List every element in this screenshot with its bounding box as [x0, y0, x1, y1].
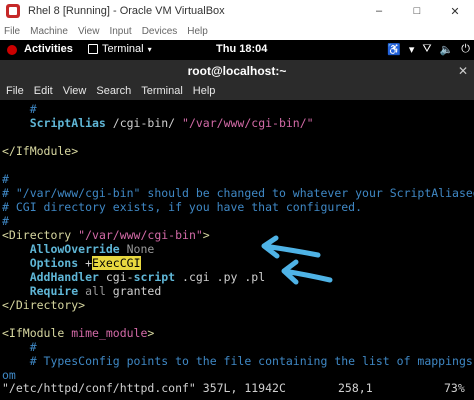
editor-token: all: [78, 284, 106, 298]
editor-token: /cgi-bin/: [105, 116, 183, 130]
status-percent: 73%: [444, 381, 465, 395]
editor-token: .cgi .py .pl: [175, 270, 266, 284]
app-menu[interactable]: Terminal ▾: [88, 43, 152, 55]
editor-token: granted: [105, 284, 162, 298]
term-menu-help[interactable]: Help: [193, 85, 216, 97]
status-cursor-position: 258,1: [338, 381, 373, 395]
maximize-button[interactable]: □: [398, 0, 436, 22]
editor-token: None: [119, 242, 155, 256]
gnome-top-bar: Activities Terminal ▾ Thu 18:04 ♿ ▾ ⛛ 🔈 …: [0, 40, 474, 60]
editor-token: "/var/www/cgi-bin": [78, 228, 203, 242]
editor-line: #: [2, 340, 37, 354]
activities-button[interactable]: Activities: [24, 43, 73, 55]
term-menu-view[interactable]: View: [63, 85, 87, 97]
editor-token: # TypesConfig points to the file contain…: [2, 354, 474, 368]
status-area[interactable]: ♿ ▾ ⛛ 🔈 ⏻: [387, 43, 470, 56]
editor-line: # CGI directory exists, if you have that…: [2, 200, 362, 214]
editor-token: AllowOverride: [2, 242, 120, 256]
editor-token: <Directory: [2, 228, 79, 242]
editor-token: cgi-: [98, 270, 134, 284]
editor-line: Options +ExecCGI: [2, 256, 141, 270]
window-title: Rhel 8 [Running] - Oracle VM VirtualBox: [28, 5, 225, 17]
terminal-title: root@localhost:~: [187, 64, 287, 78]
clock[interactable]: Thu 18:04: [216, 43, 267, 55]
volume-icon[interactable]: 🔈: [440, 43, 454, 56]
virtualbox-titlebar: Rhel 8 [Running] - Oracle VM VirtualBox …: [0, 0, 474, 22]
term-menu-terminal[interactable]: Terminal: [141, 85, 183, 97]
editor-token: mime_module: [71, 326, 148, 340]
editor-line: ScriptAlias /cgi-bin/ "/var/www/cgi-bin/…: [2, 116, 314, 130]
editor-token: script: [133, 270, 176, 284]
vb-menu-help[interactable]: Help: [187, 26, 208, 37]
window-controls: – □ ✕: [360, 0, 474, 22]
terminal-menubar: File Edit View Search Terminal Help: [0, 82, 474, 100]
virtualbox-menubar: File Machine View Input Devices Help: [0, 22, 474, 40]
vb-menu-file[interactable]: File: [4, 26, 20, 37]
accessibility-icon[interactable]: ♿: [387, 43, 401, 56]
editor-token: >: [202, 228, 210, 242]
virtualbox-app-icon: [6, 4, 20, 18]
editor-line: #: [2, 102, 37, 116]
terminal-icon: [88, 44, 98, 54]
editor-token: # "/var/www/cgi-bin" should be changed t…: [2, 186, 474, 200]
editor-line: #: [2, 214, 9, 228]
vb-menu-input[interactable]: Input: [109, 26, 131, 37]
editor-line: AddHandler cgi-script .cgi .py .pl: [2, 270, 265, 284]
vim-status-line: "/etc/httpd/conf/httpd.conf" 357L, 11942…: [0, 380, 474, 396]
editor-token: "/var/www/cgi-bin/": [182, 116, 314, 130]
vb-menu-devices[interactable]: Devices: [142, 26, 178, 37]
editor-token: +: [78, 256, 93, 270]
terminal-headerbar: root@localhost:~ ✕: [0, 60, 474, 82]
terminal-body[interactable]: # ScriptAlias /cgi-bin/ "/var/www/cgi-bi…: [0, 100, 474, 400]
term-menu-file[interactable]: File: [6, 85, 24, 97]
term-menu-search[interactable]: Search: [96, 85, 131, 97]
editor-token: #: [2, 340, 37, 354]
status-file-info: "/etc/httpd/conf/httpd.conf" 357L, 11942…: [2, 381, 286, 395]
editor-line: </IfModule>: [2, 144, 78, 158]
chevron-down-icon: ▾: [147, 44, 152, 54]
editor-token: >: [147, 326, 155, 340]
editor-token: Require: [2, 284, 79, 298]
editor-token: #: [2, 172, 9, 186]
editor-token: </Directory>: [2, 298, 86, 312]
editor-line: # TypesConfig points to the file contain…: [2, 354, 474, 368]
power-icon[interactable]: ⏻: [461, 43, 470, 56]
editor-token: Options: [2, 256, 79, 270]
editor-token: AddHandler: [2, 270, 99, 284]
editor-token: </IfModule>: [2, 144, 79, 158]
editor-token: # CGI directory exists, if you have that…: [2, 200, 363, 214]
term-menu-edit[interactable]: Edit: [34, 85, 53, 97]
editor-line: # "/var/www/cgi-bin" should be changed t…: [2, 186, 474, 200]
app-menu-label: Terminal: [102, 43, 144, 55]
vb-menu-view[interactable]: View: [78, 26, 100, 37]
vb-menu-machine[interactable]: Machine: [30, 26, 68, 37]
chevron-down-icon: ▾: [408, 44, 415, 56]
search-highlight: ExecCGI: [92, 256, 141, 270]
editor-line: #: [2, 172, 9, 186]
redhat-logo-icon: [7, 45, 17, 55]
terminal-close-button[interactable]: ✕: [458, 64, 468, 78]
editor-token: #: [2, 214, 9, 228]
editor-line: Require all granted: [2, 284, 162, 298]
close-button[interactable]: ✕: [436, 0, 474, 22]
minimize-button[interactable]: –: [360, 0, 398, 22]
editor-line: <Directory "/var/www/cgi-bin">: [2, 228, 210, 242]
editor-line: <IfModule mime_module>: [2, 326, 154, 340]
editor-line: AllowOverride None: [2, 242, 155, 256]
editor-token: <IfModule: [2, 326, 72, 340]
network-icon[interactable]: ⛛: [422, 43, 431, 56]
editor-line: </Directory>: [2, 298, 85, 312]
editor-token: #: [2, 102, 37, 116]
editor-token: ScriptAlias: [2, 116, 106, 130]
